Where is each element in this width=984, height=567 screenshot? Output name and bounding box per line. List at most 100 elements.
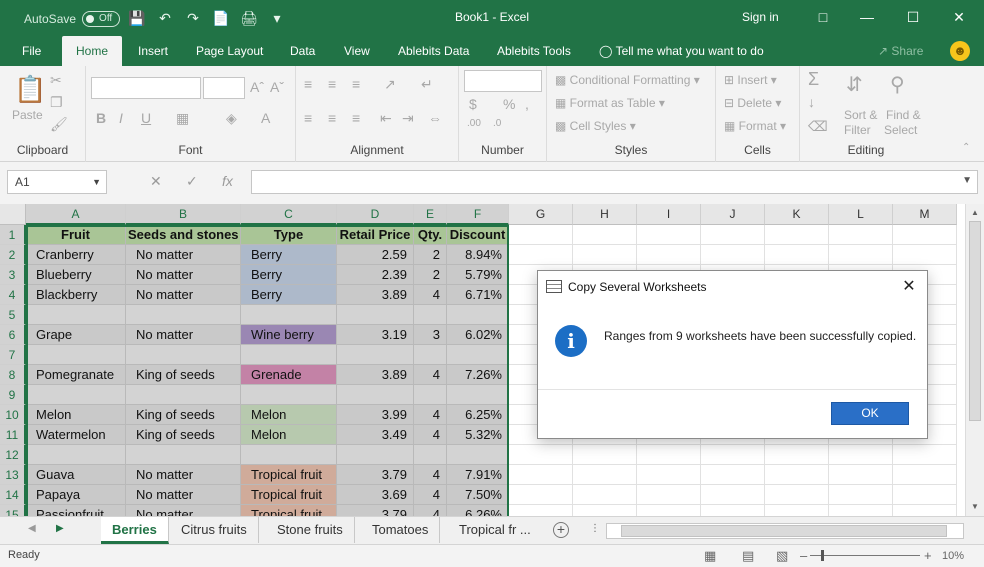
- empty-cell[interactable]: [701, 245, 765, 265]
- fill-icon[interactable]: ↓: [808, 94, 815, 110]
- cell-qty[interactable]: 2: [414, 265, 447, 285]
- empty-cell[interactable]: [829, 445, 893, 465]
- row-header-15[interactable]: 15: [0, 505, 26, 516]
- empty-cell[interactable]: [829, 465, 893, 485]
- select-all-corner[interactable]: [0, 204, 26, 225]
- cell-fruit[interactable]: [26, 305, 126, 325]
- row-header-10[interactable]: 10: [0, 405, 26, 425]
- empty-cell[interactable]: [893, 245, 957, 265]
- increase-decimal-icon[interactable]: .00: [467, 118, 481, 129]
- cell-discount[interactable]: 6.26%: [447, 505, 509, 516]
- zoom-in-icon[interactable]: +: [924, 548, 932, 563]
- empty-cell[interactable]: [637, 465, 701, 485]
- cell-discount[interactable]: [447, 385, 509, 405]
- empty-cell[interactable]: [765, 445, 829, 465]
- empty-cell[interactable]: [829, 225, 893, 245]
- column-header-e[interactable]: E: [414, 204, 447, 225]
- page-layout-view-icon[interactable]: ▤: [742, 548, 754, 564]
- header-cell[interactable]: Type: [241, 225, 337, 245]
- tab-insert[interactable]: Insert: [136, 36, 170, 66]
- tab-ablebits-tools[interactable]: Ablebits Tools: [495, 36, 573, 66]
- copy-icon[interactable]: ❐: [50, 94, 63, 111]
- tab-ablebits-data[interactable]: Ablebits Data: [396, 36, 471, 66]
- cell-discount[interactable]: [447, 305, 509, 325]
- tab-file[interactable]: File: [20, 36, 43, 66]
- cell-fruit[interactable]: Passionfruit: [26, 505, 126, 516]
- cell-type[interactable]: Tropical fruit: [241, 505, 337, 516]
- cell-price[interactable]: [337, 385, 414, 405]
- cell-discount[interactable]: 7.50%: [447, 485, 509, 505]
- decrease-indent-icon[interactable]: ⇤: [380, 110, 392, 127]
- cell-type[interactable]: [241, 445, 337, 465]
- cell-type[interactable]: Berry: [241, 245, 337, 265]
- empty-cell[interactable]: [893, 505, 957, 516]
- cell-styles-button[interactable]: ▩ Cell Styles ▾: [555, 119, 636, 133]
- cell-qty[interactable]: 4: [414, 485, 447, 505]
- cell-qty[interactable]: 4: [414, 425, 447, 445]
- cell-seeds[interactable]: [126, 305, 241, 325]
- borders-icon[interactable]: ▦: [176, 110, 189, 127]
- empty-cell[interactable]: [509, 505, 573, 516]
- cell-discount[interactable]: 6.25%: [447, 405, 509, 425]
- empty-cell[interactable]: [573, 225, 637, 245]
- cell-discount[interactable]: [447, 445, 509, 465]
- horizontal-scroll-thumb[interactable]: [621, 525, 947, 537]
- tab-home[interactable]: Home: [62, 36, 122, 66]
- row-header-13[interactable]: 13: [0, 465, 26, 485]
- cell-type[interactable]: Tropical fruit: [241, 485, 337, 505]
- empty-cell[interactable]: [573, 505, 637, 516]
- cell-type[interactable]: Tropical fruit: [241, 465, 337, 485]
- empty-cell[interactable]: [701, 505, 765, 516]
- empty-cell[interactable]: [573, 245, 637, 265]
- cell-discount[interactable]: 6.02%: [447, 325, 509, 345]
- empty-cell[interactable]: [893, 225, 957, 245]
- column-header-j[interactable]: J: [701, 204, 765, 225]
- row-header-1[interactable]: 1: [0, 225, 26, 245]
- cell-fruit[interactable]: Blackberry: [26, 285, 126, 305]
- row-header-7[interactable]: 7: [0, 345, 26, 365]
- cell-fruit[interactable]: Watermelon: [26, 425, 126, 445]
- empty-cell[interactable]: [509, 225, 573, 245]
- cell-qty[interactable]: 4: [414, 285, 447, 305]
- empty-cell[interactable]: [829, 485, 893, 505]
- align-left-icon[interactable]: ≡: [304, 110, 312, 126]
- clear-icon[interactable]: ⌫: [808, 118, 828, 135]
- autosum-icon[interactable]: Σ: [808, 69, 819, 90]
- column-header-f[interactable]: F: [447, 204, 509, 225]
- cell-price[interactable]: [337, 305, 414, 325]
- column-header-g[interactable]: G: [509, 204, 573, 225]
- cell-qty[interactable]: [414, 305, 447, 325]
- sort-filter-icon[interactable]: ⇵: [846, 72, 863, 97]
- find-select-icon[interactable]: ⚲: [890, 72, 905, 97]
- column-header-a[interactable]: A: [26, 204, 126, 225]
- cell-type[interactable]: Grenade: [241, 365, 337, 385]
- empty-cell[interactable]: [829, 245, 893, 265]
- row-header-4[interactable]: 4: [0, 285, 26, 305]
- cell-discount[interactable]: [447, 345, 509, 365]
- sheet-tab-citrus-fruits[interactable]: Citrus fruits: [170, 517, 259, 543]
- cell-fruit[interactable]: Papaya: [26, 485, 126, 505]
- dialog-close-icon[interactable]: ✕: [898, 276, 920, 298]
- cell-seeds[interactable]: No matter: [126, 285, 241, 305]
- tab-split-handle[interactable]: ⋮: [590, 523, 600, 534]
- empty-cell[interactable]: [765, 225, 829, 245]
- column-header-k[interactable]: K: [765, 204, 829, 225]
- empty-cell[interactable]: [765, 505, 829, 516]
- cell-fruit[interactable]: Melon: [26, 405, 126, 425]
- empty-cell[interactable]: [893, 485, 957, 505]
- zoom-out-icon[interactable]: –: [800, 548, 807, 563]
- cell-seeds[interactable]: [126, 345, 241, 365]
- cell-price[interactable]: 3.79: [337, 465, 414, 485]
- empty-cell[interactable]: [765, 485, 829, 505]
- cell-qty[interactable]: 4: [414, 465, 447, 485]
- column-header-i[interactable]: I: [637, 204, 701, 225]
- row-header-2[interactable]: 2: [0, 245, 26, 265]
- cell-seeds[interactable]: [126, 445, 241, 465]
- merge-center-icon[interactable]: ⇔: [428, 110, 442, 126]
- middle-align-icon[interactable]: ≡: [328, 76, 336, 92]
- grow-font-icon[interactable]: Aˆ: [250, 79, 264, 95]
- cell-type[interactable]: Melon: [241, 425, 337, 445]
- zoom-level[interactable]: 10%: [942, 550, 964, 562]
- normal-view-icon[interactable]: ▦: [704, 548, 716, 564]
- zoom-slider[interactable]: [810, 555, 920, 556]
